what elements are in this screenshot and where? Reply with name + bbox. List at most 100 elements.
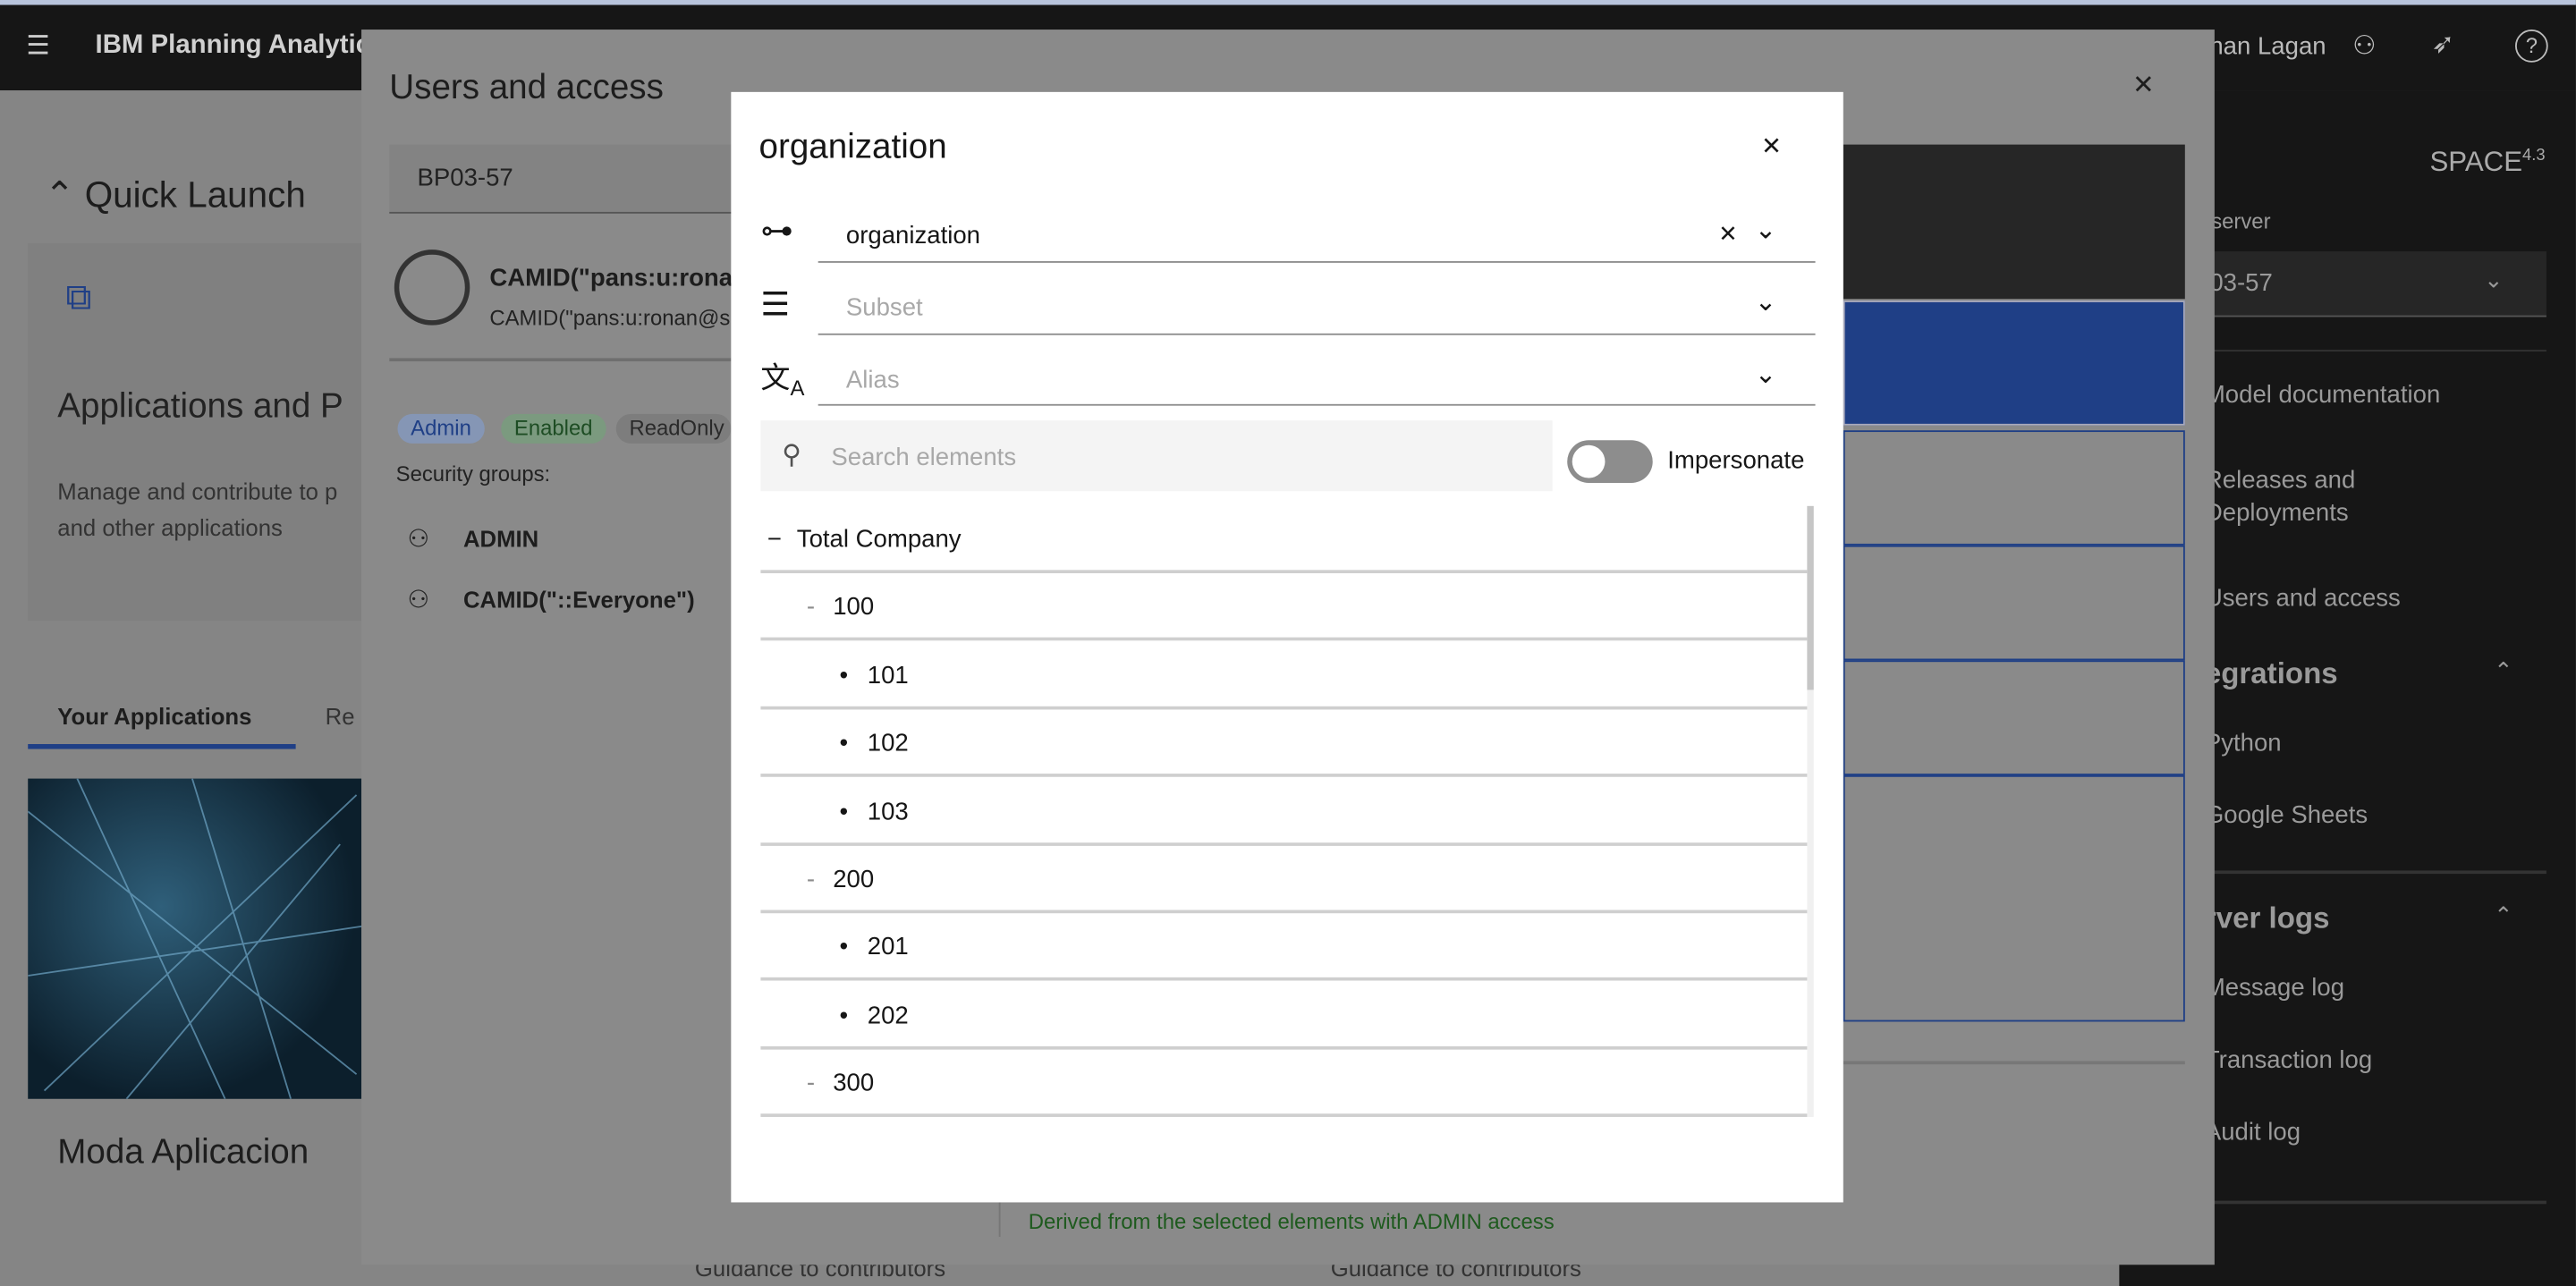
quick-launch-toggle[interactable]: ⌃ Quick Launch xyxy=(45,174,306,217)
readonly-tag: ReadOnly xyxy=(615,413,732,444)
close-icon[interactable]: ✕ xyxy=(1761,131,1782,161)
collapse-icon[interactable]: − xyxy=(767,526,782,554)
bullet-icon: • xyxy=(839,729,849,758)
hierarchy-icon: ⊶ xyxy=(760,213,794,250)
app-thumbnail[interactable] xyxy=(28,778,362,1099)
card-title: Applications and P xyxy=(57,387,343,426)
chevron-down-icon: ⌄ xyxy=(1754,216,1777,245)
derived-note: Derived from the selected elements with … xyxy=(1028,1208,1555,1234)
group-icon: ⚇ xyxy=(407,525,430,554)
close-icon[interactable]: ✕ xyxy=(2132,69,2155,102)
chevron-up-icon[interactable]: ⌃ xyxy=(2494,901,2513,929)
nav-transaction-log[interactable]: Transaction log xyxy=(2205,1046,2372,1074)
dark-header-block xyxy=(1843,144,2185,300)
scrollbar-track[interactable] xyxy=(1807,505,1814,1117)
tree-node[interactable]: -100 xyxy=(760,574,1808,642)
server-logs-header[interactable]: rver logs xyxy=(2205,901,2330,936)
tree-node-label: 102 xyxy=(867,729,909,758)
nav-releases[interactable]: Releases and xyxy=(2205,467,2355,495)
translate-icon: 文A xyxy=(760,361,805,401)
card-desc-2: and other applications xyxy=(57,513,283,541)
bullet-icon: • xyxy=(839,933,849,962)
scrollbar-thumb[interactable] xyxy=(1807,505,1814,690)
selected-element-card[interactable] xyxy=(1843,300,2185,426)
group-admin: ADMIN xyxy=(462,525,539,553)
group-icon: ⚇ xyxy=(407,586,430,614)
tree-node-label: 200 xyxy=(833,865,875,894)
user-avatar-icon xyxy=(394,250,470,326)
group-everyone: CAMID("::Everyone") xyxy=(462,586,695,613)
nav-audit-log[interactable]: Audit log xyxy=(2205,1119,2301,1146)
chevron-down-icon: ⌄ xyxy=(1754,361,1777,390)
security-groups-label: Security groups: xyxy=(395,461,551,486)
user-name: nan Lagan xyxy=(2209,32,2326,61)
search-input[interactable]: ⚲ Search elements xyxy=(760,420,1553,492)
tree-node-label: Total Company xyxy=(796,525,962,554)
impersonate-label: Impersonate xyxy=(1667,446,1805,475)
element-card[interactable] xyxy=(1843,774,2185,1022)
app-title: IBM Planning Analytic xyxy=(95,30,371,60)
nav-users-access[interactable]: Users and access xyxy=(2205,585,2401,613)
dialog-title: organization xyxy=(758,128,947,166)
tree-node-label: 101 xyxy=(867,661,909,690)
organization-dialog: organization ✕ ⊶ organization ✕ ⌄ ☰ Subs… xyxy=(731,91,1843,1203)
collapse-icon[interactable]: - xyxy=(807,594,815,622)
user-display-name: CAMID("pans:u:rona xyxy=(489,264,733,292)
nav-python[interactable]: Python xyxy=(2205,729,2282,757)
enabled-tag: Enabled xyxy=(501,413,606,444)
chevron-up-icon: ⌃ xyxy=(44,173,75,216)
nav-deployments[interactable]: Deployments xyxy=(2205,499,2349,527)
nav-message-log[interactable]: Message log xyxy=(2205,974,2344,1002)
tree-node[interactable]: • 101 xyxy=(760,642,1808,710)
element-card[interactable] xyxy=(1843,430,2185,546)
server-select[interactable]: 03-57 ⌄ xyxy=(2204,251,2546,317)
admin-tag: Admin xyxy=(397,413,485,444)
panel-title: Users and access xyxy=(389,69,664,107)
tab-indicator xyxy=(28,744,296,749)
network-image xyxy=(28,778,362,1099)
tree-node[interactable]: − Total Company xyxy=(760,506,1808,574)
chevron-down-icon: ⌄ xyxy=(1754,289,1777,317)
tree-node-label: 103 xyxy=(867,797,909,826)
rocket-icon[interactable]: ➶ xyxy=(2431,28,2454,61)
tree-node[interactable]: • 103 xyxy=(760,778,1808,846)
tab-your-applications[interactable]: Your Applications xyxy=(57,703,251,729)
help-icon[interactable]: ? xyxy=(2514,30,2548,63)
tree-node[interactable]: • 201 xyxy=(760,914,1808,982)
bullet-icon: • xyxy=(839,661,849,690)
nav-google-sheets[interactable]: Google Sheets xyxy=(2205,801,2368,829)
tab-recent[interactable]: Re xyxy=(326,703,355,729)
clear-icon[interactable]: ✕ xyxy=(1718,220,1738,248)
server-label: server xyxy=(2211,208,2271,233)
tree-node[interactable]: • 102 xyxy=(760,710,1808,778)
collapse-icon[interactable]: - xyxy=(807,1070,815,1097)
tree-node[interactable]: -300 xyxy=(760,1050,1808,1118)
bullet-icon: • xyxy=(839,797,849,826)
bullet-icon: • xyxy=(839,1002,849,1030)
alias-select[interactable]: Alias ⌄ xyxy=(818,351,1816,406)
hierarchy-select[interactable]: organization ✕ ⌄ xyxy=(818,207,1816,261)
nav-model-documentation[interactable]: Model documentation xyxy=(2205,381,2440,409)
apps-icon: ⧉ xyxy=(65,275,92,317)
tree-node[interactable]: • 202 xyxy=(760,982,1808,1050)
tree-node-label: 202 xyxy=(867,1002,909,1030)
app-name[interactable]: Moda Aplicacion xyxy=(57,1133,309,1172)
server-field[interactable]: BP03-57 xyxy=(389,144,767,214)
impersonate-toggle[interactable] xyxy=(1567,440,1653,483)
list-icon: ☰ xyxy=(760,287,791,324)
user-id: CAMID("pans:u:ronan@s xyxy=(489,305,731,331)
user-icon[interactable]: ⚇ xyxy=(2352,30,2376,63)
applications-card[interactable]: ⧉ Applications and P Manage and contribu… xyxy=(28,242,362,622)
tree-node-label: 100 xyxy=(833,593,875,622)
card-desc: Manage and contribute to p xyxy=(57,478,338,504)
integrations-header[interactable]: egrations xyxy=(2205,657,2338,692)
tree-node[interactable]: -200 xyxy=(760,846,1808,914)
menu-icon[interactable]: ☰ xyxy=(26,30,49,63)
tree-node-label: 300 xyxy=(833,1070,875,1098)
chevron-up-icon[interactable]: ⌃ xyxy=(2494,657,2513,685)
collapse-icon[interactable]: - xyxy=(807,866,815,893)
element-card[interactable] xyxy=(1843,545,2185,661)
quick-launch-title: Quick Launch xyxy=(84,173,306,216)
element-card[interactable] xyxy=(1843,660,2185,775)
subset-select[interactable]: Subset ⌄ xyxy=(818,279,1816,334)
